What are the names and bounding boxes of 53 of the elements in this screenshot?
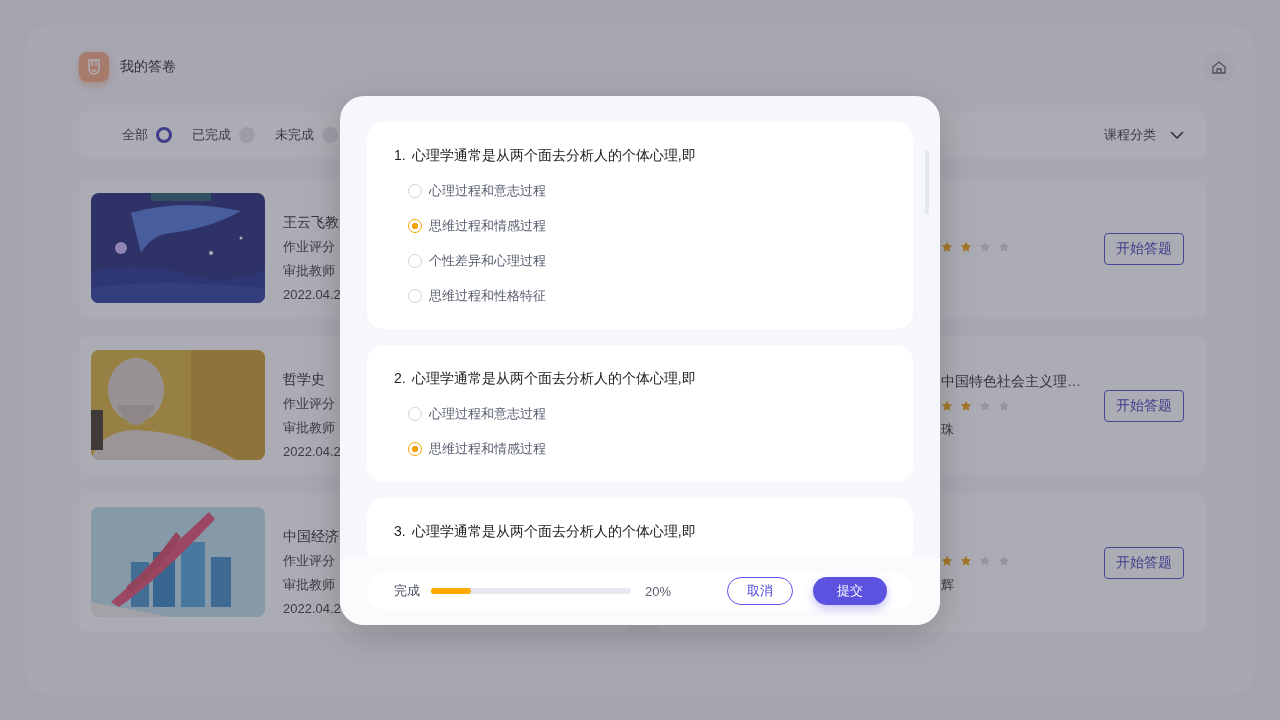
star-icon: [960, 241, 972, 253]
course-date: 2022.04.2: [283, 443, 341, 461]
option-label: 思维过程和情感过程: [429, 439, 546, 458]
option-label: 心理过程和意志过程: [429, 181, 546, 200]
filter-radio[interactable]: [322, 126, 338, 143]
submit-button[interactable]: 提交: [813, 577, 887, 605]
course-title: 中国特色社会主义理…: [941, 372, 1082, 391]
filter-label: 未完成: [275, 125, 314, 144]
question-number: 1.: [394, 146, 406, 165]
start-answer-button[interactable]: 开始答题: [1104, 233, 1184, 265]
teacher-name: 珠: [941, 421, 955, 439]
question-text: 心理学通常是从两个面去分析人的个体心理,即: [411, 369, 696, 388]
start-answer-button[interactable]: 开始答题: [1104, 390, 1184, 422]
option-label: 思维过程和情感过程: [429, 216, 546, 235]
course-date: 2022.04.2: [283, 286, 341, 304]
question-text: 心理学通常是从两个面去分析人的个体心理,即: [411, 146, 696, 165]
option-label: 思维过程和性格特征: [429, 286, 546, 305]
question-number: 3.: [394, 522, 406, 541]
category-dropdown[interactable]: 课程分类: [1104, 125, 1184, 144]
teacher-label: 审批教师: [283, 262, 336, 280]
filter-label: 已完成: [192, 125, 231, 144]
teacher-label: 审批教师: [283, 419, 336, 437]
start-answer-button[interactable]: 开始答题: [1104, 547, 1184, 579]
option-label: 心理过程和意志过程: [429, 404, 546, 423]
star-icon: [941, 400, 953, 412]
option-radio[interactable]: [408, 441, 422, 456]
course-title: 哲学史: [283, 370, 326, 389]
star-icon: [960, 400, 972, 412]
score-label: 作业评分: [283, 395, 336, 413]
course-title: 王云飞教: [283, 213, 340, 232]
teacher-name: 辉: [941, 576, 955, 594]
app-logo-icon: [79, 52, 109, 82]
star-icon: [941, 241, 953, 253]
cancel-button[interactable]: 取消: [727, 577, 793, 605]
score-label: 作业评分: [283, 238, 336, 256]
progress-label: 完成: [394, 582, 420, 600]
question-number: 2.: [394, 369, 406, 388]
filter-radio[interactable]: [156, 126, 172, 143]
course-date: 2022.04.2: [283, 600, 341, 618]
course-title: 中国经济: [283, 527, 340, 546]
home-icon: [1212, 60, 1226, 74]
question-text: 心理学通常是从两个面去分析人的个体心理,即: [411, 522, 696, 541]
teacher-label: 审批教师: [283, 576, 336, 594]
option-label: 个性差异和心理过程: [429, 251, 546, 270]
star-icon: [960, 555, 972, 567]
chevron-down-icon: [1170, 130, 1184, 139]
page-title: 我的答卷: [120, 58, 176, 76]
option-radio[interactable]: [408, 218, 422, 233]
filter-label: 全部: [122, 125, 148, 144]
score-label: 作业评分: [283, 552, 336, 570]
progress-reading: 20%: [645, 583, 672, 599]
star-icon: [941, 555, 953, 567]
home-button[interactable]: [1203, 51, 1235, 83]
